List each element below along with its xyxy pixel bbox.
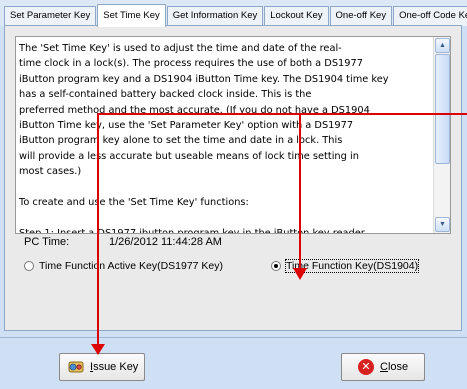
active-key-radio[interactable] — [24, 261, 34, 271]
tab-lockout-key[interactable]: Lockout Key — [264, 6, 329, 26]
time-key-label[interactable]: Time Function Key(DS1904) — [284, 259, 420, 273]
description-textbox[interactable]: The 'Set Time Key' is used to adjust the… — [15, 36, 451, 234]
issue-key-icon — [68, 359, 84, 375]
active-key-option[interactable]: Time Function Active Key(DS1977 Key) — [24, 260, 223, 272]
time-key-radio[interactable] — [271, 261, 281, 271]
tab-panel: The 'Set Time Key' is used to adjust the… — [4, 25, 462, 331]
scroll-down-button[interactable]: ▼ — [435, 217, 450, 232]
tab-set-parameter-key[interactable]: Set Parameter Key — [4, 6, 97, 26]
tab-set-time-key[interactable]: Set Time Key — [97, 4, 166, 27]
close-label: Close — [380, 361, 409, 373]
active-key-label[interactable]: Time Function Active Key(DS1977 Key) — [39, 260, 223, 272]
scroll-thumb[interactable] — [435, 54, 450, 164]
pc-time-label: PC Time: — [24, 236, 70, 248]
issue-key-label: Issue Key — [90, 361, 139, 373]
tab-get-information-key[interactable]: Get Information Key — [166, 6, 264, 26]
close-icon: ✕ — [358, 359, 374, 375]
tab-one-off-key[interactable]: One-off Key — [329, 6, 393, 26]
scroll-up-button[interactable]: ▲ — [435, 38, 450, 53]
description-text: The 'Set Time Key' is used to adjust the… — [19, 43, 389, 234]
close-button[interactable]: ✕ Close — [341, 353, 425, 381]
tab-one-off-code-key[interactable]: One-off Code Key — [393, 6, 467, 26]
pc-time-value: 1/26/2012 11:44:28 AM — [109, 236, 222, 248]
time-key-option[interactable]: Time Function Key(DS1904) — [271, 259, 420, 273]
tab-bar: Set Parameter Key Set Time Key Get Infor… — [0, 0, 467, 27]
vertical-scrollbar[interactable]: ▲ ▼ — [433, 37, 450, 233]
issue-key-button[interactable]: Issue Key — [59, 353, 145, 381]
